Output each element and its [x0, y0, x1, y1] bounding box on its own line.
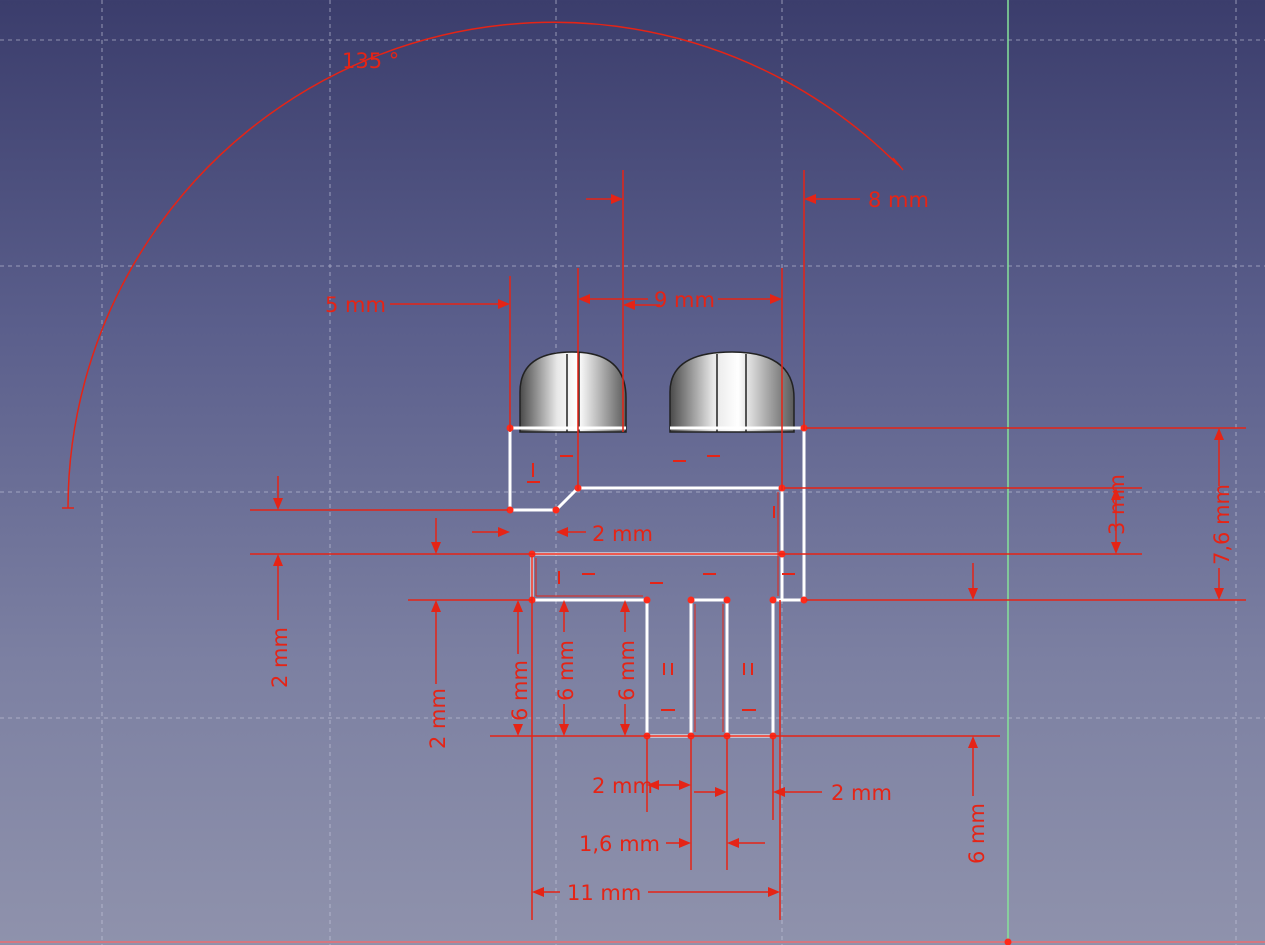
- dimension-2mm-lower-right-label[interactable]: 2 mm: [831, 781, 892, 805]
- dimension-11mm-label[interactable]: 11 mm: [567, 881, 641, 905]
- dimension-3mm-label[interactable]: 3 mm: [1105, 474, 1129, 535]
- sketch-grid: [0, 0, 1265, 945]
- dimension-1-6mm-label[interactable]: 1,6 mm: [579, 832, 660, 856]
- angle-135-arc: [67, 21, 899, 509]
- dome-shapes: [519, 351, 795, 433]
- sketcher-3d-viewport[interactable]: 135 ° 8 mm 9 mm 5 mm 2 mm 3 mm 7,6 mm 2 …: [0, 0, 1265, 945]
- dimension-2mm-left2-label[interactable]: 2 mm: [426, 688, 450, 749]
- dimension-6mm-c-label[interactable]: 6 mm: [615, 640, 639, 701]
- dimension-2mm-lower-left-label[interactable]: 2 mm: [592, 774, 653, 798]
- dimension-2mm-left-label[interactable]: 2 mm: [268, 627, 292, 688]
- dimension-9mm-label[interactable]: 9 mm: [654, 288, 715, 312]
- origin-point[interactable]: [1004, 938, 1012, 945]
- sketch-canvas[interactable]: 135 ° 8 mm 9 mm 5 mm 2 mm 3 mm 7,6 mm 2 …: [0, 0, 1265, 945]
- dimension-6mm-right-label[interactable]: 6 mm: [965, 803, 989, 864]
- dimension-6mm-a-label[interactable]: 6 mm: [508, 660, 532, 721]
- dimension-6mm-b-label[interactable]: 6 mm: [554, 640, 578, 701]
- dimension-7-6mm-label[interactable]: 7,6 mm: [1210, 484, 1234, 565]
- dimension-5mm-label[interactable]: 5 mm: [325, 293, 386, 317]
- angle-135-label[interactable]: 135 °: [342, 49, 399, 73]
- dimension-2mm-chamfer-label[interactable]: 2 mm: [592, 522, 653, 546]
- dimension-8mm-label[interactable]: 8 mm: [868, 188, 929, 212]
